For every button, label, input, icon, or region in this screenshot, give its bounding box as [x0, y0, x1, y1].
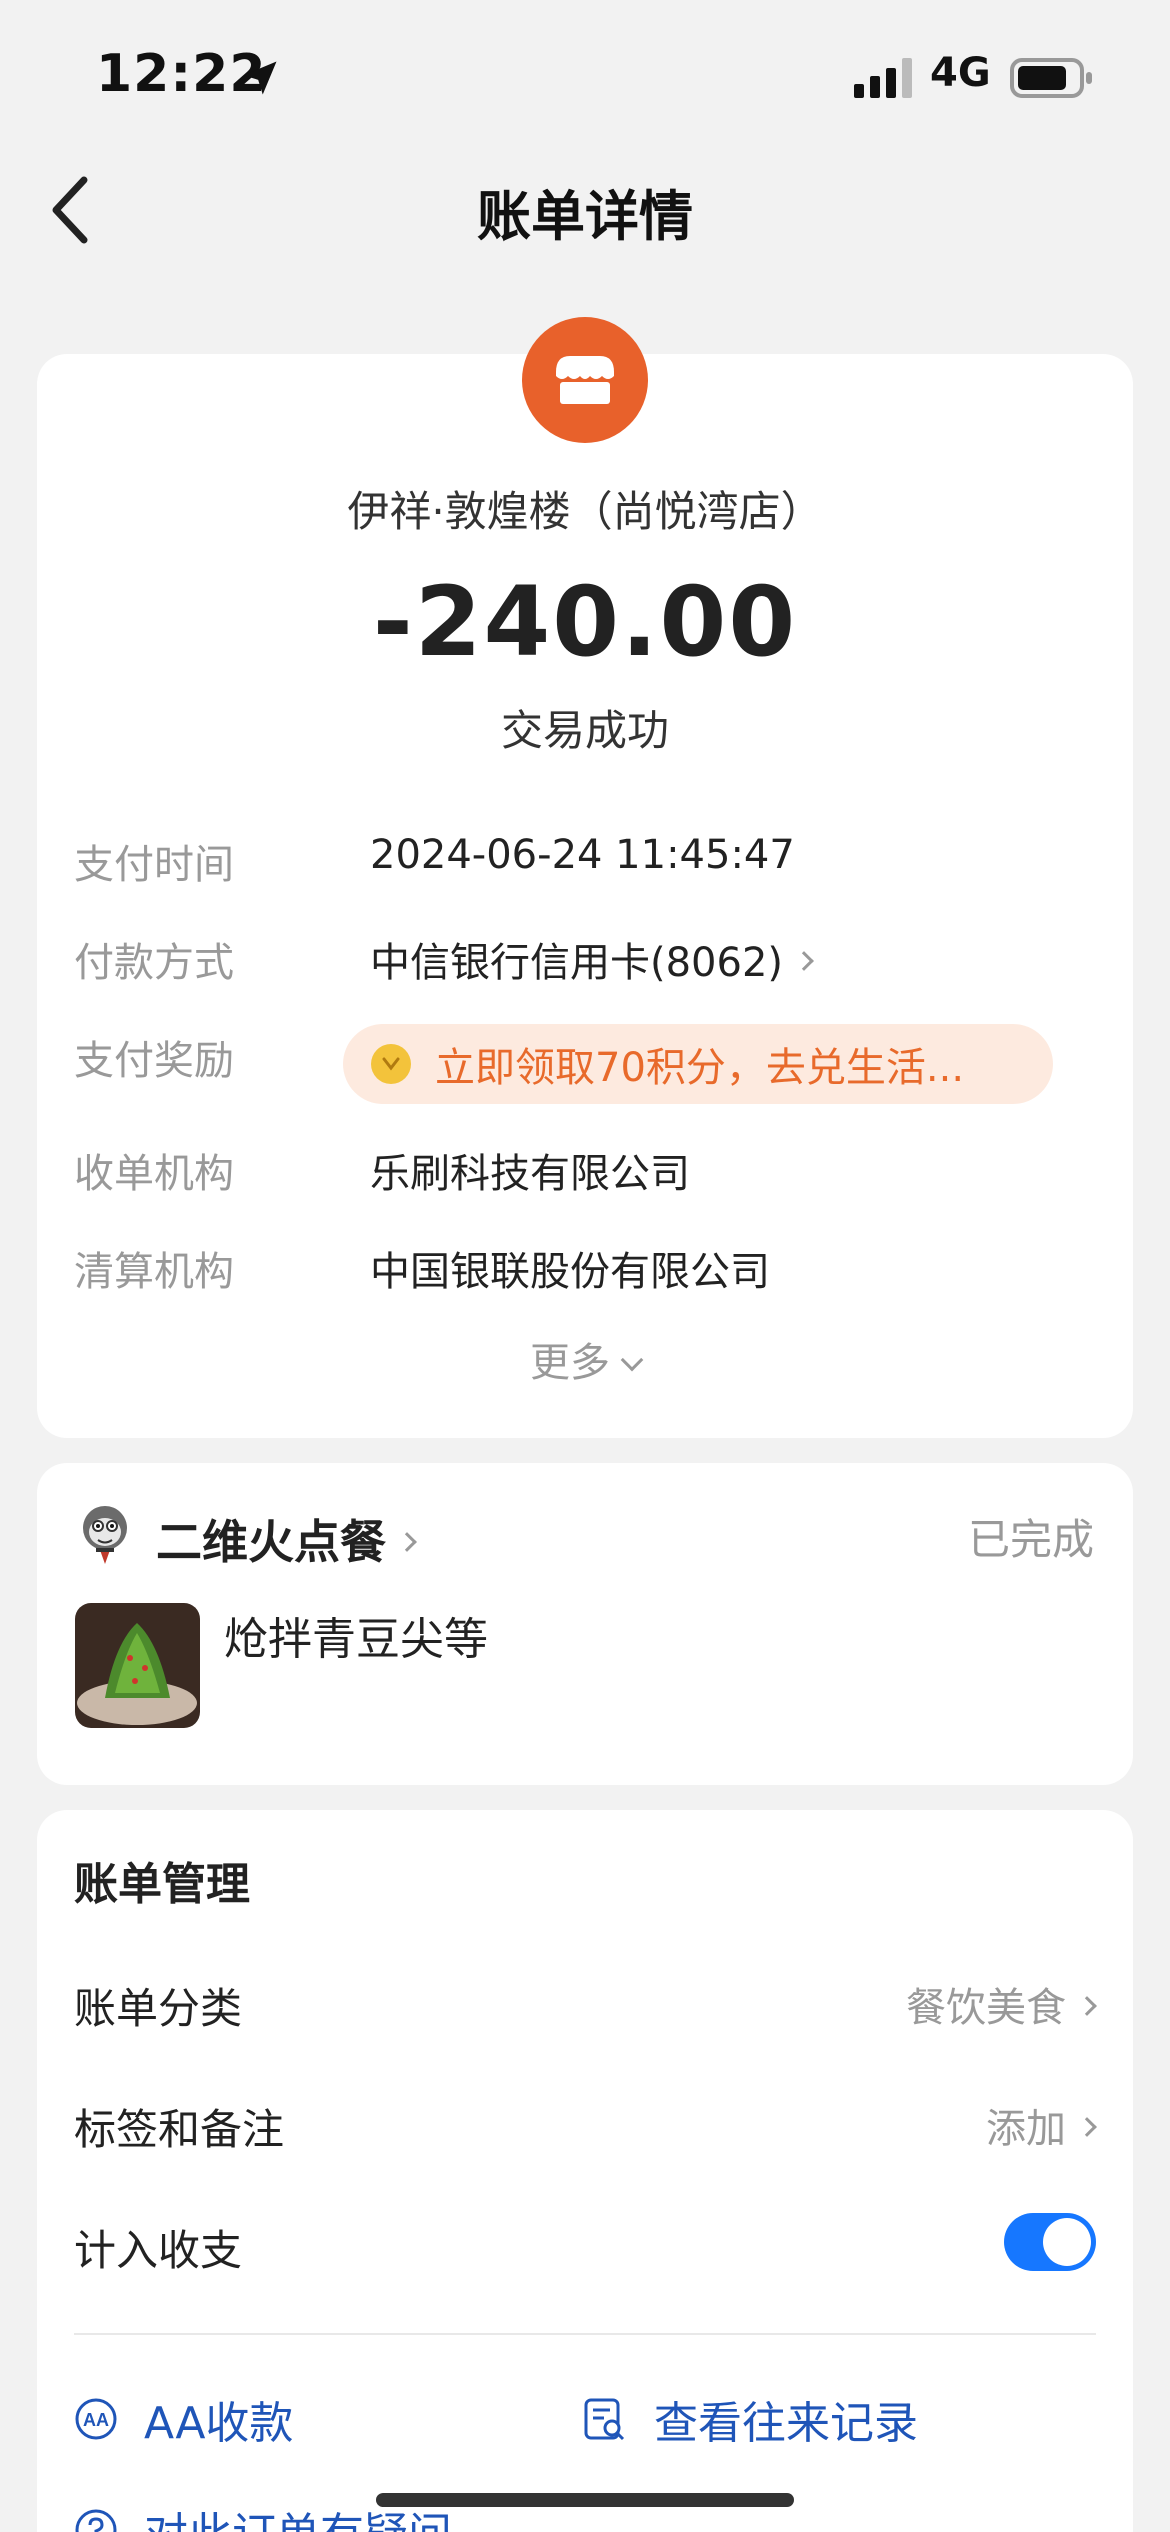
aa-label: AA收款: [144, 2398, 294, 2449]
include-toggle[interactable]: [1004, 2213, 1096, 2271]
page-title: 账单详情: [477, 185, 693, 248]
chevron-right-icon: [397, 1531, 417, 1552]
dish-name: 炝拌青豆尖等: [224, 1614, 488, 1665]
chevron-right-icon: [1077, 2117, 1097, 2137]
reward-text: 立即领取70积分，去兑生活...: [435, 1045, 965, 1091]
question-icon: [75, 2509, 117, 2532]
category-label: 账单分类: [74, 1984, 243, 2033]
pay-time-value: 2024-06-24 11:45:47: [370, 832, 795, 878]
network-type: 4G: [930, 50, 991, 96]
record-search-icon: [584, 2398, 625, 2441]
divider: [74, 2333, 1096, 2335]
order-status: 已完成: [967, 1515, 1094, 1564]
reward-claim-button[interactable]: 立即领取70积分，去兑生活...: [343, 1024, 1053, 1104]
chevron-down-icon: [620, 1348, 644, 1372]
home-indicator[interactable]: [376, 2493, 794, 2507]
acquirer-label: 收单机构: [74, 1151, 234, 1197]
management-title: 账单管理: [74, 1859, 250, 1910]
order-source-link[interactable]: 二维火点餐: [156, 1506, 417, 1572]
pay-method-label: 付款方式: [74, 940, 234, 986]
clearing-value: 中国银联股份有限公司: [370, 1249, 770, 1295]
more-label: 更多: [530, 1340, 610, 1386]
battery-icon: [1010, 58, 1092, 98]
location-arrow-icon: [243, 61, 277, 95]
aa-icon: AA: [75, 2398, 117, 2440]
category-selector[interactable]: 餐饮美食: [906, 1975, 1097, 2033]
history-label: 查看往来记录: [654, 2398, 918, 2449]
pay-time-label: 支付时间: [74, 842, 234, 888]
acquirer-value: 乐刷科技有限公司: [370, 1151, 690, 1197]
more-button[interactable]: 更多: [0, 1330, 1170, 1388]
dish-thumbnail[interactable]: [75, 1603, 200, 1728]
aa-collect-button[interactable]: AA AA收款: [74, 2387, 293, 2451]
coin-icon: [371, 1044, 411, 1084]
category-value: 餐饮美食: [906, 1985, 1066, 2031]
cellular-signal-icon: [854, 58, 912, 98]
toggle-knob: [1043, 2218, 1091, 2266]
merchant-name: 伊祥·敦煌楼（尚悦湾店）: [347, 487, 823, 536]
trade-status: 交易成功: [500, 706, 669, 755]
reward-label: 支付奖励: [74, 1038, 234, 1084]
include-label: 计入收支: [74, 2226, 243, 2275]
order-source-label: 二维火点餐: [156, 1515, 386, 1569]
nav-bar: 账单详情: [0, 150, 1170, 270]
tags-label: 标签和备注: [74, 2105, 285, 2154]
mascot-avatar-icon: [83, 1506, 127, 1564]
clearing-label: 清算机构: [74, 1249, 234, 1295]
pay-method-value: 中信银行信用卡(8062): [370, 940, 784, 986]
tags-value: 添加: [986, 2106, 1066, 2152]
status-bar: 12:22 4G: [0, 0, 1170, 150]
history-button[interactable]: 查看往来记录: [582, 2387, 918, 2451]
merchant-store-icon: [522, 317, 648, 443]
chevron-right-icon: [1077, 1996, 1097, 2016]
bill-amount: -240.00: [372, 566, 798, 678]
svg-text:AA: AA: [83, 2410, 109, 2430]
chevron-right-icon: [794, 951, 814, 971]
pay-method-link[interactable]: 中信银行信用卡(8062): [370, 930, 814, 988]
tags-add-button[interactable]: 添加: [986, 2096, 1097, 2154]
